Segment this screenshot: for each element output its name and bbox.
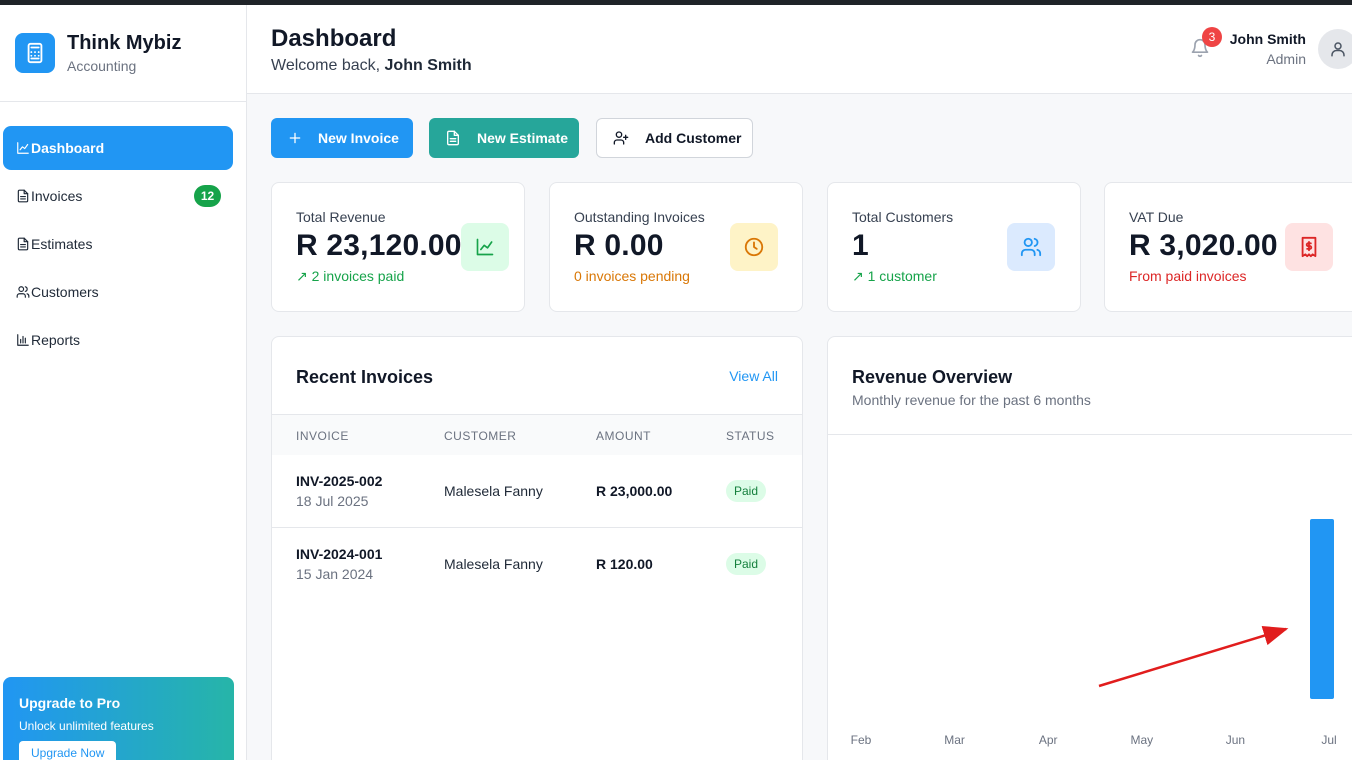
sidebar-item-dashboard[interactable]: Dashboard bbox=[3, 126, 233, 170]
user-name: John Smith bbox=[1229, 31, 1306, 47]
column-header-status: STATUS bbox=[726, 429, 775, 443]
user-icon bbox=[1331, 42, 1345, 57]
receipt-icon bbox=[1285, 223, 1333, 271]
view-all-link[interactable]: View All bbox=[729, 368, 778, 384]
stat-card-outstanding: Outstanding Invoices R 0.00 0 invoices p… bbox=[549, 182, 803, 312]
calculator-icon bbox=[15, 33, 55, 73]
invoice-number: INV-2024-001 bbox=[296, 546, 383, 562]
x-tick-label: Feb bbox=[851, 733, 872, 747]
new-estimate-button[interactable]: New Estimate bbox=[429, 118, 579, 158]
document-icon bbox=[17, 189, 29, 203]
sidebar-item-customers[interactable]: Customers bbox=[3, 270, 233, 314]
avatar[interactable] bbox=[1318, 29, 1352, 69]
x-tick-label: Apr bbox=[1039, 733, 1058, 747]
sidebar-item-invoices[interactable]: Invoices 12 bbox=[3, 174, 233, 218]
x-tick-label: Jun bbox=[1226, 733, 1245, 747]
x-tick-label: Jul bbox=[1321, 733, 1336, 747]
users-icon bbox=[16, 286, 30, 298]
user-plus-icon bbox=[613, 131, 629, 145]
document-icon bbox=[17, 237, 29, 251]
brand: Think Mybiz Accounting bbox=[0, 5, 246, 102]
x-tick-label: Mar bbox=[944, 733, 965, 747]
column-header-customer: CUSTOMER bbox=[444, 429, 517, 443]
upgrade-subtitle: Unlock unlimited features bbox=[19, 719, 154, 733]
plus-icon bbox=[289, 132, 301, 144]
column-header-invoice: INVOICE bbox=[296, 429, 349, 443]
header: Dashboard Welcome back, John Smith 3 Joh… bbox=[247, 5, 1352, 94]
table-row[interactable]: INV-2025-002 18 Jul 2025 Malesela Fanny … bbox=[272, 455, 802, 528]
invoice-customer: Malesela Fanny bbox=[444, 483, 543, 499]
welcome-prefix: Welcome back, bbox=[271, 57, 381, 74]
upgrade-now-button[interactable]: Upgrade Now bbox=[19, 741, 117, 760]
recent-invoices-title: Recent Invoices bbox=[296, 367, 434, 387]
invoice-amount: R 120.00 bbox=[596, 556, 653, 572]
trend-chart-icon bbox=[461, 223, 509, 271]
sidebar-item-label: Invoices bbox=[31, 188, 83, 204]
new-estimate-label: New Estimate bbox=[477, 130, 569, 146]
users-icon bbox=[1007, 223, 1055, 271]
notification-badge: 3 bbox=[1202, 27, 1222, 47]
sidebar-item-reports[interactable]: Reports bbox=[3, 318, 233, 362]
add-customer-button[interactable]: Add Customer bbox=[596, 118, 753, 158]
bar-chart-icon bbox=[17, 334, 29, 346]
status-badge: Paid bbox=[726, 480, 767, 502]
upgrade-card: Upgrade to Pro Unlock unlimited features… bbox=[3, 677, 234, 760]
upgrade-title: Upgrade to Pro bbox=[19, 695, 121, 711]
revenue-bar-chart: Feb Mar Apr May Jun Jul bbox=[851, 519, 1337, 747]
sidebar-nav: Dashboard Invoices 12 Estimates Customer… bbox=[0, 102, 246, 362]
table-row[interactable]: INV-2024-001 15 Jan 2024 Malesela Fanny … bbox=[272, 528, 802, 601]
brand-subtitle: Accounting bbox=[67, 58, 137, 74]
page-title: Dashboard bbox=[271, 25, 397, 52]
stat-card-vat-due: VAT Due R 3,020.00 From paid invoices bbox=[1104, 182, 1352, 312]
invoice-amount: R 23,000.00 bbox=[596, 483, 673, 499]
invoices-count-badge: 12 bbox=[194, 185, 221, 207]
revenue-title: Revenue Overview bbox=[852, 367, 1013, 387]
sidebar-item-label: Reports bbox=[31, 332, 81, 348]
column-header-amount: AMOUNT bbox=[596, 429, 651, 443]
brand-name: Think Mybiz bbox=[67, 32, 182, 54]
add-customer-label: Add Customer bbox=[645, 130, 742, 146]
clock-icon bbox=[730, 223, 778, 271]
invoice-date: 15 Jan 2024 bbox=[296, 566, 374, 582]
invoice-number: INV-2025-002 bbox=[296, 473, 383, 489]
user-role: Admin bbox=[1266, 51, 1306, 67]
sidebar-item-estimates[interactable]: Estimates bbox=[3, 222, 233, 266]
chart-bar-jul bbox=[1310, 519, 1334, 699]
chart-line-icon bbox=[17, 142, 29, 154]
revenue-subtitle: Monthly revenue for the past 6 months bbox=[852, 392, 1091, 408]
table-header: INVOICE CUSTOMER AMOUNT STATUS bbox=[272, 414, 802, 455]
new-invoice-button[interactable]: New Invoice bbox=[271, 118, 413, 158]
welcome-message: Welcome back, John Smith bbox=[271, 57, 472, 75]
invoice-date: 18 Jul 2025 bbox=[296, 493, 369, 509]
sidebar-item-label: Customers bbox=[31, 284, 99, 300]
stat-card-total-revenue: Total Revenue R 23,120.00 ↗ 2 invoices p… bbox=[271, 182, 525, 312]
sidebar-item-label: Dashboard bbox=[31, 140, 105, 156]
invoice-customer: Malesela Fanny bbox=[444, 556, 543, 572]
recent-invoices-card: Recent Invoices View All INVOICE CUSTOME… bbox=[271, 336, 803, 760]
new-invoice-label: New Invoice bbox=[318, 130, 399, 146]
sidebar-item-label: Estimates bbox=[31, 236, 93, 252]
annotation-arrow bbox=[1098, 625, 1289, 688]
welcome-name: John Smith bbox=[384, 57, 472, 74]
stat-card-total-customers: Total Customers 1 ↗ 1 customer bbox=[827, 182, 1081, 312]
revenue-overview-card: Revenue Overview Monthly revenue for the… bbox=[827, 336, 1352, 760]
document-icon bbox=[447, 130, 459, 146]
sidebar: Think Mybiz Accounting Dashboard Invoice… bbox=[0, 5, 247, 760]
x-tick-label: May bbox=[1130, 733, 1153, 747]
status-badge: Paid bbox=[726, 553, 767, 575]
